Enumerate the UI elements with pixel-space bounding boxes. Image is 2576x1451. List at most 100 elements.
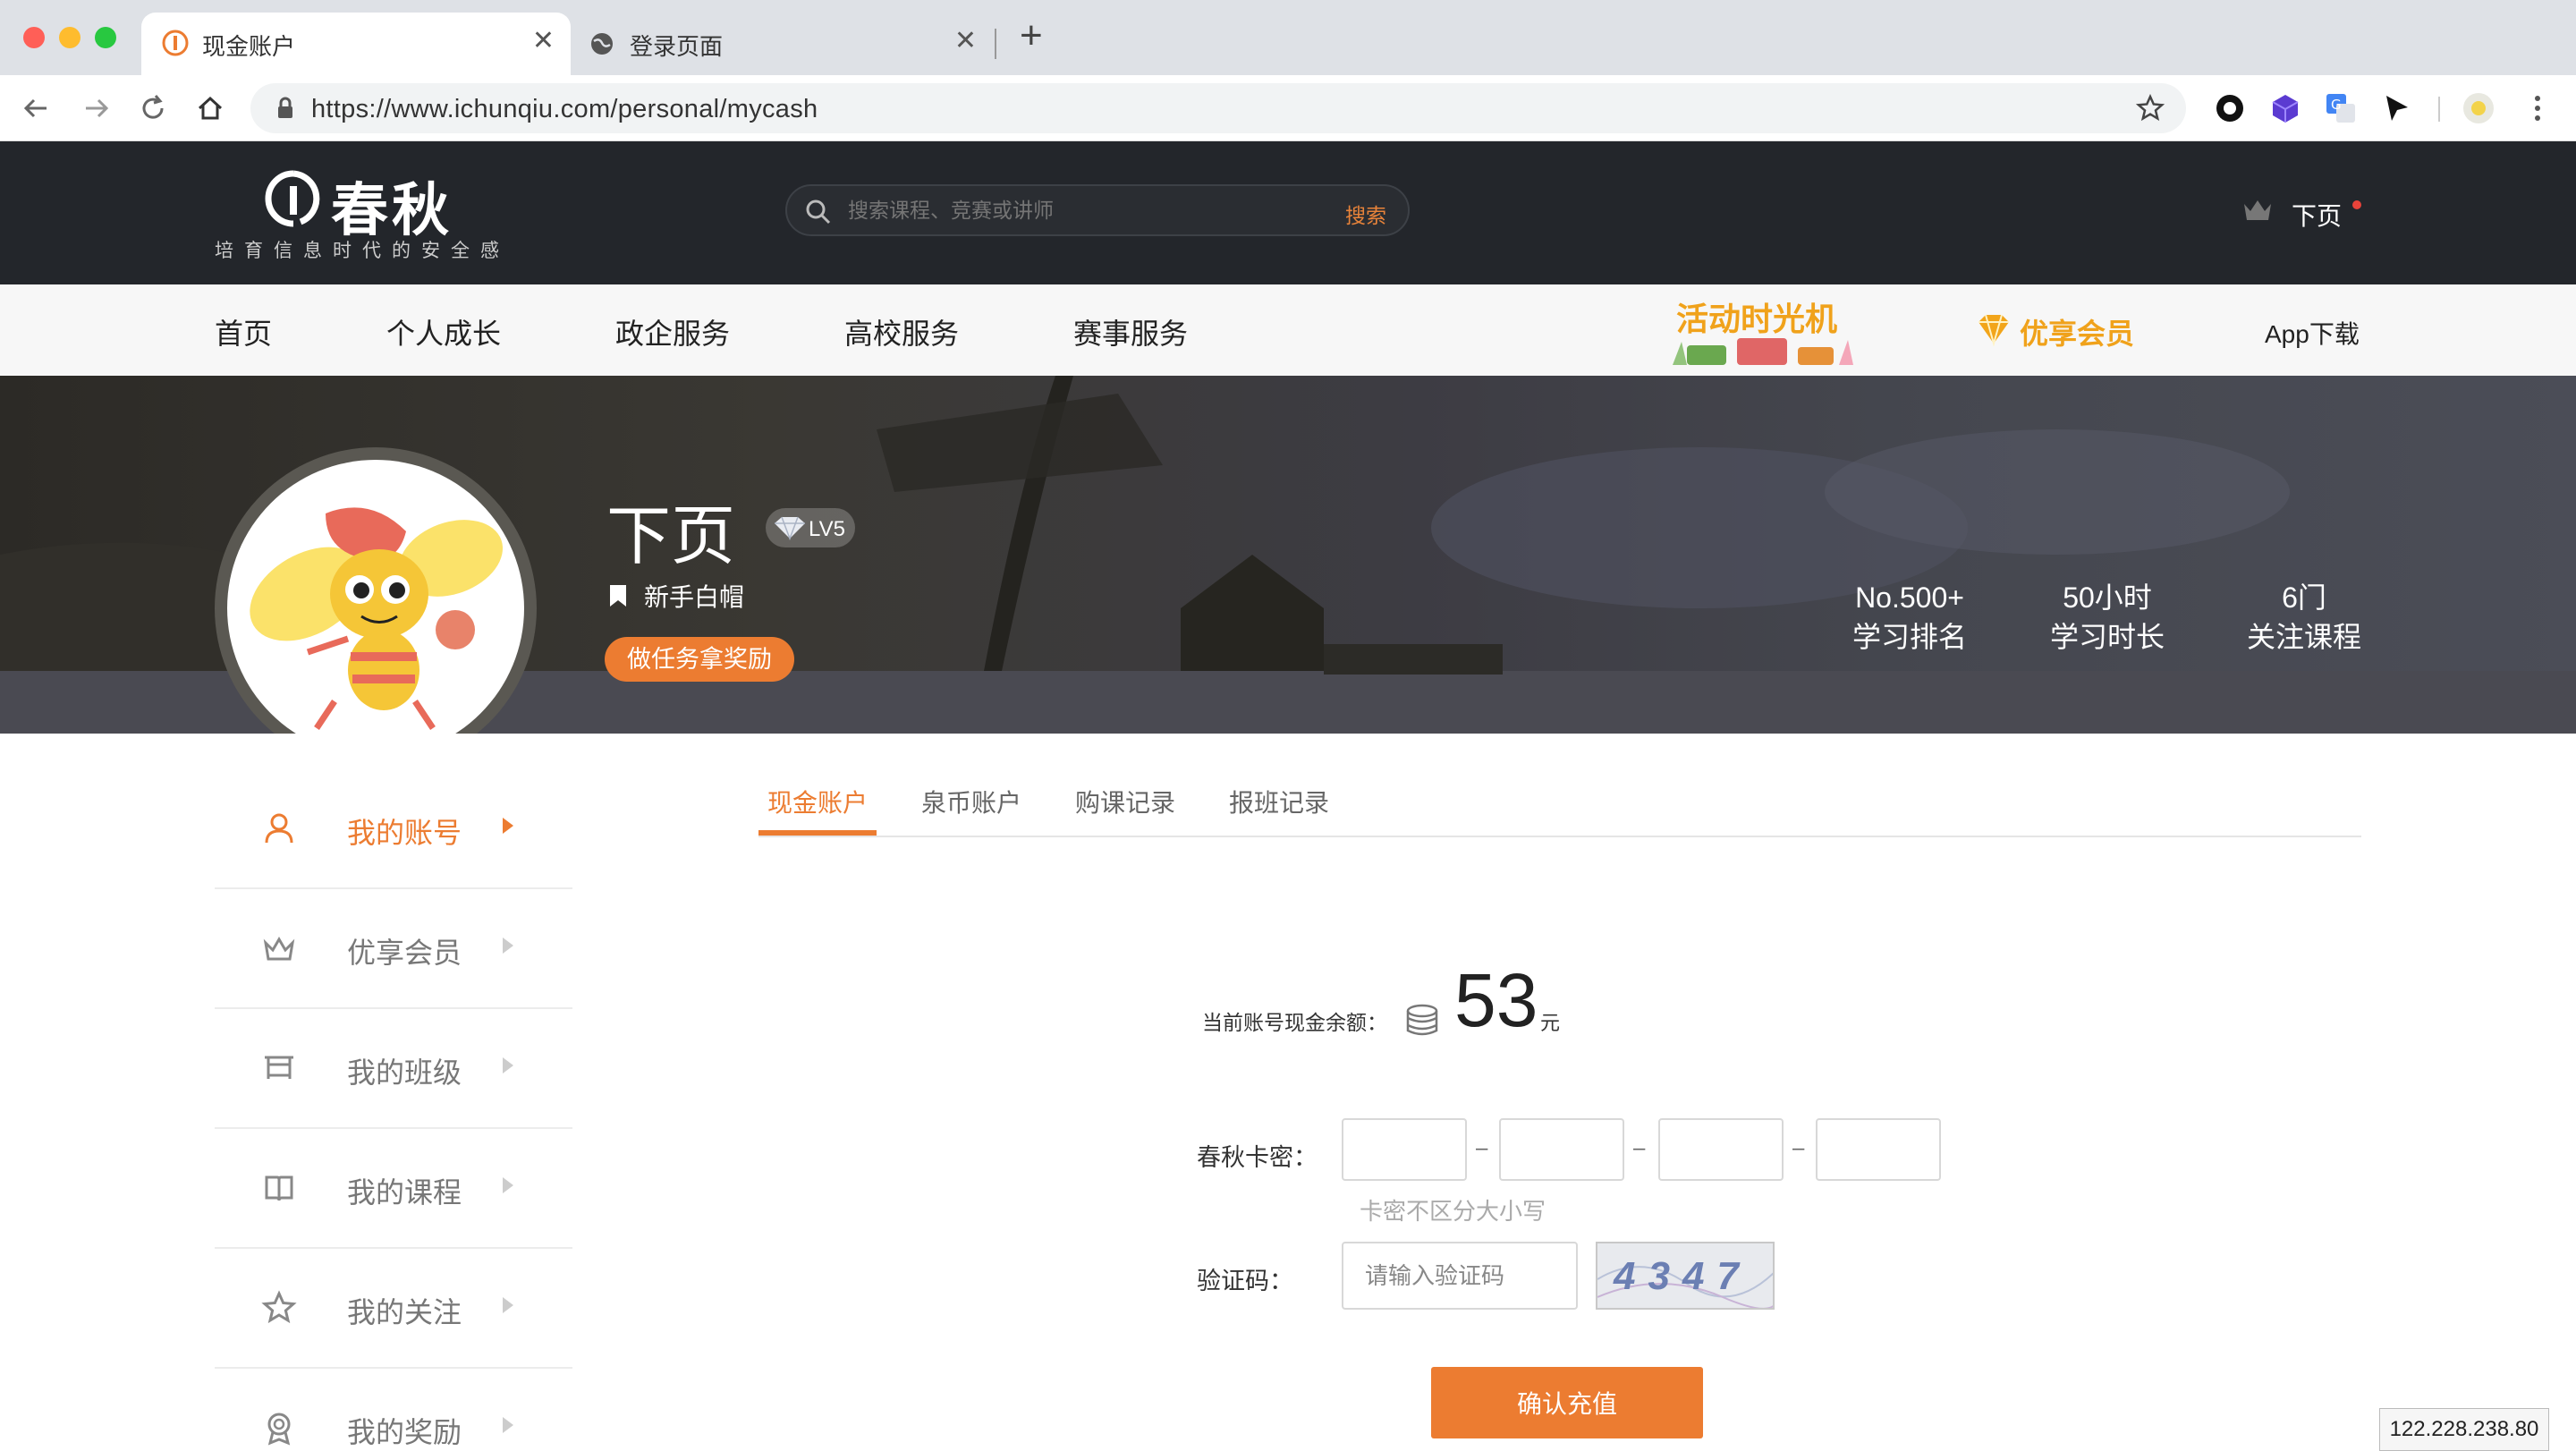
- confirm-recharge-button[interactable]: 确认充值: [1431, 1367, 1703, 1438]
- extension-cube-icon[interactable]: [2268, 91, 2302, 125]
- nav-item-app-download[interactable]: App下载: [2265, 315, 2360, 351]
- tab-purchase-records[interactable]: 购课记录: [1075, 784, 1175, 819]
- award-icon: [267, 1413, 291, 1446]
- tab-cash-account[interactable]: 现金账户: [767, 784, 868, 819]
- sidebar-item-label: 我的账号: [347, 817, 462, 849]
- captcha-input[interactable]: [1342, 1242, 1578, 1310]
- crown-icon[interactable]: [2241, 197, 2274, 224]
- sidebar-item-my-courses[interactable]: 我的课程: [215, 1129, 572, 1249]
- stat-study-time: 50小时 学习时长: [2045, 578, 2170, 657]
- captcha-image-text: 4347: [1614, 1254, 1751, 1298]
- search-input[interactable]: [848, 199, 1277, 223]
- classroom-icon: [265, 1056, 293, 1079]
- stat-followed-courses: 6门 关注课程: [2241, 578, 2367, 657]
- reload-icon[interactable]: [138, 93, 168, 123]
- chevron-right-icon: [503, 1417, 513, 1433]
- chevron-right-icon: [503, 938, 513, 954]
- tab-close-icon[interactable]: ✕: [532, 25, 555, 56]
- ichunqiu-logo-icon[interactable]: [265, 168, 322, 231]
- search-button[interactable]: 搜索: [1345, 199, 1386, 229]
- url-text: https://www.ichunqiu.com/personal/mycash: [311, 95, 818, 123]
- sidebar-item-my-class[interactable]: 我的班级: [215, 1009, 572, 1129]
- coins-icon: [1406, 1004, 1438, 1036]
- tab-enrollment-records[interactable]: 报班记录: [1229, 784, 1329, 819]
- stat-label: 关注课程: [2246, 621, 2361, 653]
- sidebar-item-label: 我的班级: [347, 1056, 462, 1089]
- notification-dot: [2352, 200, 2361, 209]
- main-nav: 首页 个人成长 政企服务 高校服务 赛事服务 活动时光机 优享会员 App下载: [0, 284, 2576, 376]
- header-user-name[interactable]: 下页: [2292, 197, 2342, 233]
- lock-icon[interactable]: [275, 97, 295, 120]
- balance-value: 53: [1454, 958, 1538, 1042]
- card-code-input-3[interactable]: [1658, 1118, 1784, 1181]
- browser-tab-login[interactable]: 登录页面 ✕: [572, 13, 993, 75]
- card-code-hint: 卡密不区分大小写: [1360, 1198, 1546, 1225]
- account-tabs: 现金账户 泉币账户 购课记录 报班记录: [758, 775, 2361, 837]
- nav-item-vip[interactable]: 优享会员: [2020, 311, 2134, 352]
- balance-label: 当前账号现金余额：: [1202, 1011, 1387, 1034]
- nav-item-university[interactable]: 高校服务: [844, 311, 959, 352]
- sidebar-item-my-follows[interactable]: 我的关注: [215, 1249, 572, 1369]
- user-icon: [265, 813, 293, 844]
- sidebar-item-my-rewards[interactable]: 我的奖励: [215, 1369, 572, 1451]
- card-code-input-4[interactable]: [1816, 1118, 1941, 1181]
- tab-title: 现金账户: [202, 33, 296, 60]
- diamond-level-icon: [775, 516, 805, 540]
- sidebar-item-label: 我的课程: [347, 1176, 462, 1209]
- extension-circle-icon[interactable]: [2213, 91, 2247, 125]
- sidebar-item-label: 我的关注: [347, 1296, 462, 1328]
- promo-banner[interactable]: 活动时光机: [1664, 288, 1860, 372]
- card-code-input-2[interactable]: [1499, 1118, 1624, 1181]
- tab-coin-account[interactable]: 泉币账户: [921, 784, 1021, 819]
- stat-value: 50小时: [2063, 581, 2152, 614]
- chevron-right-icon: [503, 1177, 513, 1193]
- nav-item-competition[interactable]: 赛事服务: [1073, 311, 1188, 352]
- browser-tab-cash-account[interactable]: 现金账户 ✕: [141, 13, 571, 75]
- back-arrow-icon[interactable]: [21, 93, 52, 123]
- sidebar-item-label: 优享会员: [347, 937, 462, 969]
- home-icon[interactable]: [195, 93, 225, 123]
- logo-tagline: 培育信息时代的安全感: [215, 241, 510, 261]
- profile-avatar-icon[interactable]: [2462, 91, 2496, 125]
- diamond-icon: [1979, 314, 2009, 347]
- logo-text[interactable]: 春秋: [331, 165, 453, 247]
- browser-tab-bar: 现金账户 ✕ 登录页面 ✕ +: [0, 0, 2576, 75]
- books-illustration-icon: [1673, 338, 1853, 365]
- globe-icon: [591, 33, 613, 55]
- sidebar-item-vip[interactable]: 优享会员: [215, 889, 572, 1009]
- bookmark-icon: [610, 585, 626, 607]
- star-icon: [261, 1290, 297, 1324]
- card-code-separator: –: [1792, 1136, 1805, 1160]
- profile-banner: 下页 LV5 新手白帽 做任务拿奖励 No.500+ 学习排名 50小时 学习时…: [0, 376, 2576, 734]
- captcha-image[interactable]: 4347: [1596, 1242, 1775, 1310]
- browser-menu-icon[interactable]: [2521, 91, 2555, 125]
- window-close-button[interactable]: [23, 27, 45, 48]
- nav-item-personal-growth[interactable]: 个人成长: [386, 311, 501, 352]
- card-code-separator: –: [1633, 1136, 1646, 1160]
- stat-value: No.500+: [1855, 581, 1964, 614]
- sidebar-item-my-account[interactable]: 我的账号: [215, 769, 572, 889]
- window-minimize-button[interactable]: [59, 27, 80, 48]
- address-bar[interactable]: https://www.ichunqiu.com/personal/mycash: [250, 83, 2186, 133]
- task-reward-button[interactable]: 做任务拿奖励: [605, 637, 794, 682]
- translate-icon[interactable]: G: [2324, 91, 2358, 125]
- tab-close-icon[interactable]: ✕: [954, 25, 977, 56]
- card-code-label: 春秋卡密：: [1197, 1144, 1318, 1171]
- browser-toolbar: https://www.ichunqiu.com/personal/mycash…: [0, 75, 2576, 141]
- card-code-input-1[interactable]: [1342, 1118, 1467, 1181]
- search-icon[interactable]: [805, 199, 832, 225]
- stat-label: 学习排名: [1852, 621, 1967, 653]
- window-maximize-button[interactable]: [95, 27, 116, 48]
- cursor-arrow-icon[interactable]: [2379, 91, 2413, 125]
- crown-icon: [263, 937, 295, 961]
- stat-value: 6门: [2282, 581, 2326, 614]
- bookmark-star-icon[interactable]: [2136, 94, 2165, 123]
- nav-item-home[interactable]: 首页: [215, 311, 272, 352]
- balance-unit: 元: [1540, 1012, 1561, 1034]
- level-badge: LV5: [766, 508, 855, 547]
- level-text: LV5: [809, 517, 845, 541]
- forward-arrow-icon[interactable]: [80, 93, 111, 123]
- nav-item-enterprise[interactable]: 政企服务: [615, 311, 730, 352]
- ip-address-badge: 122.228.238.80: [2379, 1408, 2549, 1451]
- new-tab-icon[interactable]: +: [1020, 16, 1043, 55]
